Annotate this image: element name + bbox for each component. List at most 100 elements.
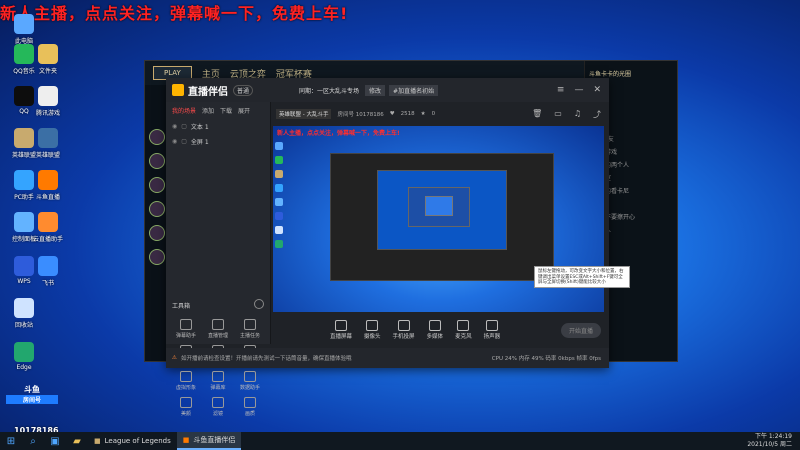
preview-desktop-icon — [275, 170, 283, 178]
eye-icon[interactable]: ◉ — [172, 138, 177, 145]
close-icon[interactable]: ✕ — [593, 85, 601, 95]
screen-icon[interactable]: ▭ — [554, 109, 562, 120]
tool-label: 画质 — [244, 411, 255, 417]
taskbar: ⊞ ⌕ ▣ ▰ ■ League of Legends ■ 斗鱼直播伴侣 下午 1:2… — [0, 432, 800, 450]
toolbox-item[interactable]: 虚拟形象 — [170, 371, 202, 391]
champion-portrait[interactable] — [149, 153, 165, 169]
toolbox-item[interactable]: 直播管理 — [202, 319, 234, 339]
app-header: 直播伴侣 普通 同期：一区大乱斗专场 修改 #加直播名初始 ≡ — ✕ — [166, 78, 609, 102]
champion-portrait[interactable] — [149, 249, 165, 265]
desktop-shortcut[interactable]: Edge — [6, 342, 42, 371]
desktop-shortcut[interactable]: 英雄联盟 — [30, 128, 66, 159]
scene-label: 文本 1 — [190, 124, 209, 131]
lock-icon[interactable]: ▢ — [181, 138, 187, 145]
champion-portrait[interactable] — [149, 201, 165, 217]
source-button[interactable]: 扬声器 — [484, 320, 500, 340]
tab-add[interactable]: 添加 — [202, 106, 214, 115]
start-icon[interactable]: ⊞ — [0, 432, 22, 450]
clock[interactable]: 下午 1:24:19 2021/10/5 周二 — [747, 433, 800, 449]
bell-icon[interactable]: ♫ — [574, 109, 581, 120]
clock-date: 2021/10/5 周二 — [747, 441, 792, 448]
toolbox-item[interactable]: 数据助手 — [234, 371, 266, 391]
desktop-shortcut[interactable]: 此电脑 — [6, 14, 42, 45]
scene-item[interactable]: ◉ ▢ 文本 1 — [166, 119, 270, 134]
taskbar-app-button[interactable]: ■ League of Legends — [88, 432, 177, 450]
desktop-shortcut[interactable]: 飞书 — [30, 256, 66, 287]
tool-icon — [244, 397, 256, 408]
toolbox-item[interactable]: 画质 — [234, 397, 266, 417]
tool-icon — [180, 319, 192, 330]
stream-banner-text: 新人主播，点点关注，弹幕喊一下，免费上车! — [0, 4, 349, 23]
desktop-shortcut[interactable]: QQ音乐 — [6, 44, 42, 75]
notice-button[interactable]: #加直播名初始 — [389, 84, 439, 96]
performance-stats: CPU 24% 内存 49% 码率 0kbps 帧率 0fps — [491, 356, 601, 362]
desktop-shortcut-label: 云直播助手 — [32, 236, 63, 243]
desktop-shortcut-label: 英雄联盟 — [35, 152, 60, 159]
share-icon[interactable]: ⤴ — [593, 109, 601, 120]
stream-companion-window[interactable]: 直播伴侣 普通 同期：一区大乱斗专场 修改 #加直播名初始 ≡ — ✕ 英雄联盟… — [166, 78, 609, 417]
source-icon — [366, 320, 379, 331]
champion-portrait[interactable] — [149, 129, 165, 145]
desktop-shortcut-label: 回收站 — [14, 322, 33, 329]
task-view-icon[interactable]: ▣ — [44, 432, 66, 450]
clock-time: 下午 1:24:19 — [754, 433, 792, 440]
scene-item[interactable]: ◉ ▢ 全屏 1 — [166, 134, 270, 149]
source-button[interactable]: 多媒体 — [426, 320, 444, 340]
source-label: 多媒体 — [426, 334, 444, 340]
search-icon[interactable]: ⌕ — [22, 432, 44, 450]
tool-label: 弹幕助手 — [175, 333, 196, 339]
scene-panel: 我的场景 添加 下载 展开 ◉ ▢ 文本 1 ◉ ▢ 全屏 1 工具箱 弹幕助手… — [166, 102, 271, 417]
desktop-shortcut[interactable]: 回收站 — [6, 298, 42, 329]
app-icon — [14, 298, 34, 318]
taskbar-app-button[interactable]: ■ 斗鱼直播伴侣 — [176, 432, 242, 450]
preview-tooltip: 鼠标左键拖动，可改变文字大小和位置，右键调出菜单设置ESC或Alt+Shift+… — [534, 266, 630, 288]
rename-button[interactable]: 修改 — [365, 84, 386, 96]
start-live-button[interactable]: 开始直播 — [560, 322, 601, 338]
preview-desktop-icon — [275, 212, 283, 220]
room-number: 房间号 10178186 — [337, 112, 384, 118]
desktop-shortcut-label: 腾讯游戏 — [35, 110, 60, 117]
source-button[interactable]: 麦克风 — [455, 320, 472, 340]
minimize-icon[interactable]: — — [574, 85, 583, 95]
category-tag[interactable]: 英雄联盟 - 大乱斗手 — [276, 109, 332, 119]
preview-desktop-icon — [275, 156, 283, 164]
source-label: 直播屏幕 — [330, 334, 353, 340]
source-icon — [485, 320, 498, 331]
preview-banner-text: 新人主播，点点关注，弹幕喊一下，免费上车! — [277, 130, 400, 137]
champion-portrait[interactable] — [149, 177, 165, 193]
tab-my-scenes[interactable]: 我的场景 — [172, 106, 196, 115]
tab-expand[interactable]: 展开 — [238, 106, 250, 115]
tab-download[interactable]: 下载 — [220, 106, 232, 115]
toolbox-item[interactable]: 弹幕库 — [202, 371, 234, 391]
toolbox-grid: 弹幕助手直播管理主播任务视频连麦多人连麦游戏推虚拟形象弹幕库数据助手美颜滤镜画质 — [170, 319, 266, 417]
desktop-shortcut[interactable]: 云直播助手 — [30, 212, 66, 243]
source-button[interactable]: 摄像头 — [364, 320, 381, 340]
explorer-icon[interactable]: ▰ — [66, 432, 88, 450]
toolbox-item[interactable]: 美颜 — [170, 397, 202, 417]
toolbox-item[interactable]: 滤镜 — [202, 397, 234, 417]
source-button[interactable]: 手机投屏 — [393, 320, 415, 340]
toolbox-item[interactable]: 弹幕助手 — [170, 319, 202, 339]
champion-portrait[interactable] — [149, 225, 165, 241]
menu-icon[interactable]: ≡ — [557, 85, 565, 95]
app-icon — [38, 128, 58, 148]
tool-label: 直播管理 — [207, 333, 228, 339]
tool-label: 弹幕库 — [210, 385, 226, 391]
toolbox-more-icon[interactable] — [254, 299, 264, 309]
toolbox-item[interactable]: 主播任务 — [234, 319, 266, 339]
douyu-corner-logo: 斗鱼 房间号 — [6, 384, 58, 414]
desktop-shortcut[interactable]: 腾讯游戏 — [30, 86, 66, 117]
source-icon — [457, 320, 470, 331]
desktop-shortcut-label: Edge — [16, 364, 32, 371]
preview-desktop-icon — [275, 240, 283, 248]
eye-icon[interactable]: ◉ — [172, 123, 177, 130]
corner-brand: 斗鱼 — [24, 385, 40, 394]
lock-icon[interactable]: ▢ — [181, 123, 187, 130]
source-label: 摄像头 — [364, 334, 381, 340]
source-button[interactable]: 直播屏幕 — [330, 320, 352, 340]
trash-icon[interactable]: 🗑 — [532, 109, 542, 120]
desktop-shortcut[interactable]: 斗鱼直播 — [30, 170, 66, 201]
tool-icon — [212, 319, 224, 330]
status-bar: ⚠ 如开播前请检查设置！开播前请先测试一下话筒音量，确保直播体验哦 CPU 24… — [166, 348, 609, 368]
tool-label: 虚拟形象 — [175, 385, 196, 391]
